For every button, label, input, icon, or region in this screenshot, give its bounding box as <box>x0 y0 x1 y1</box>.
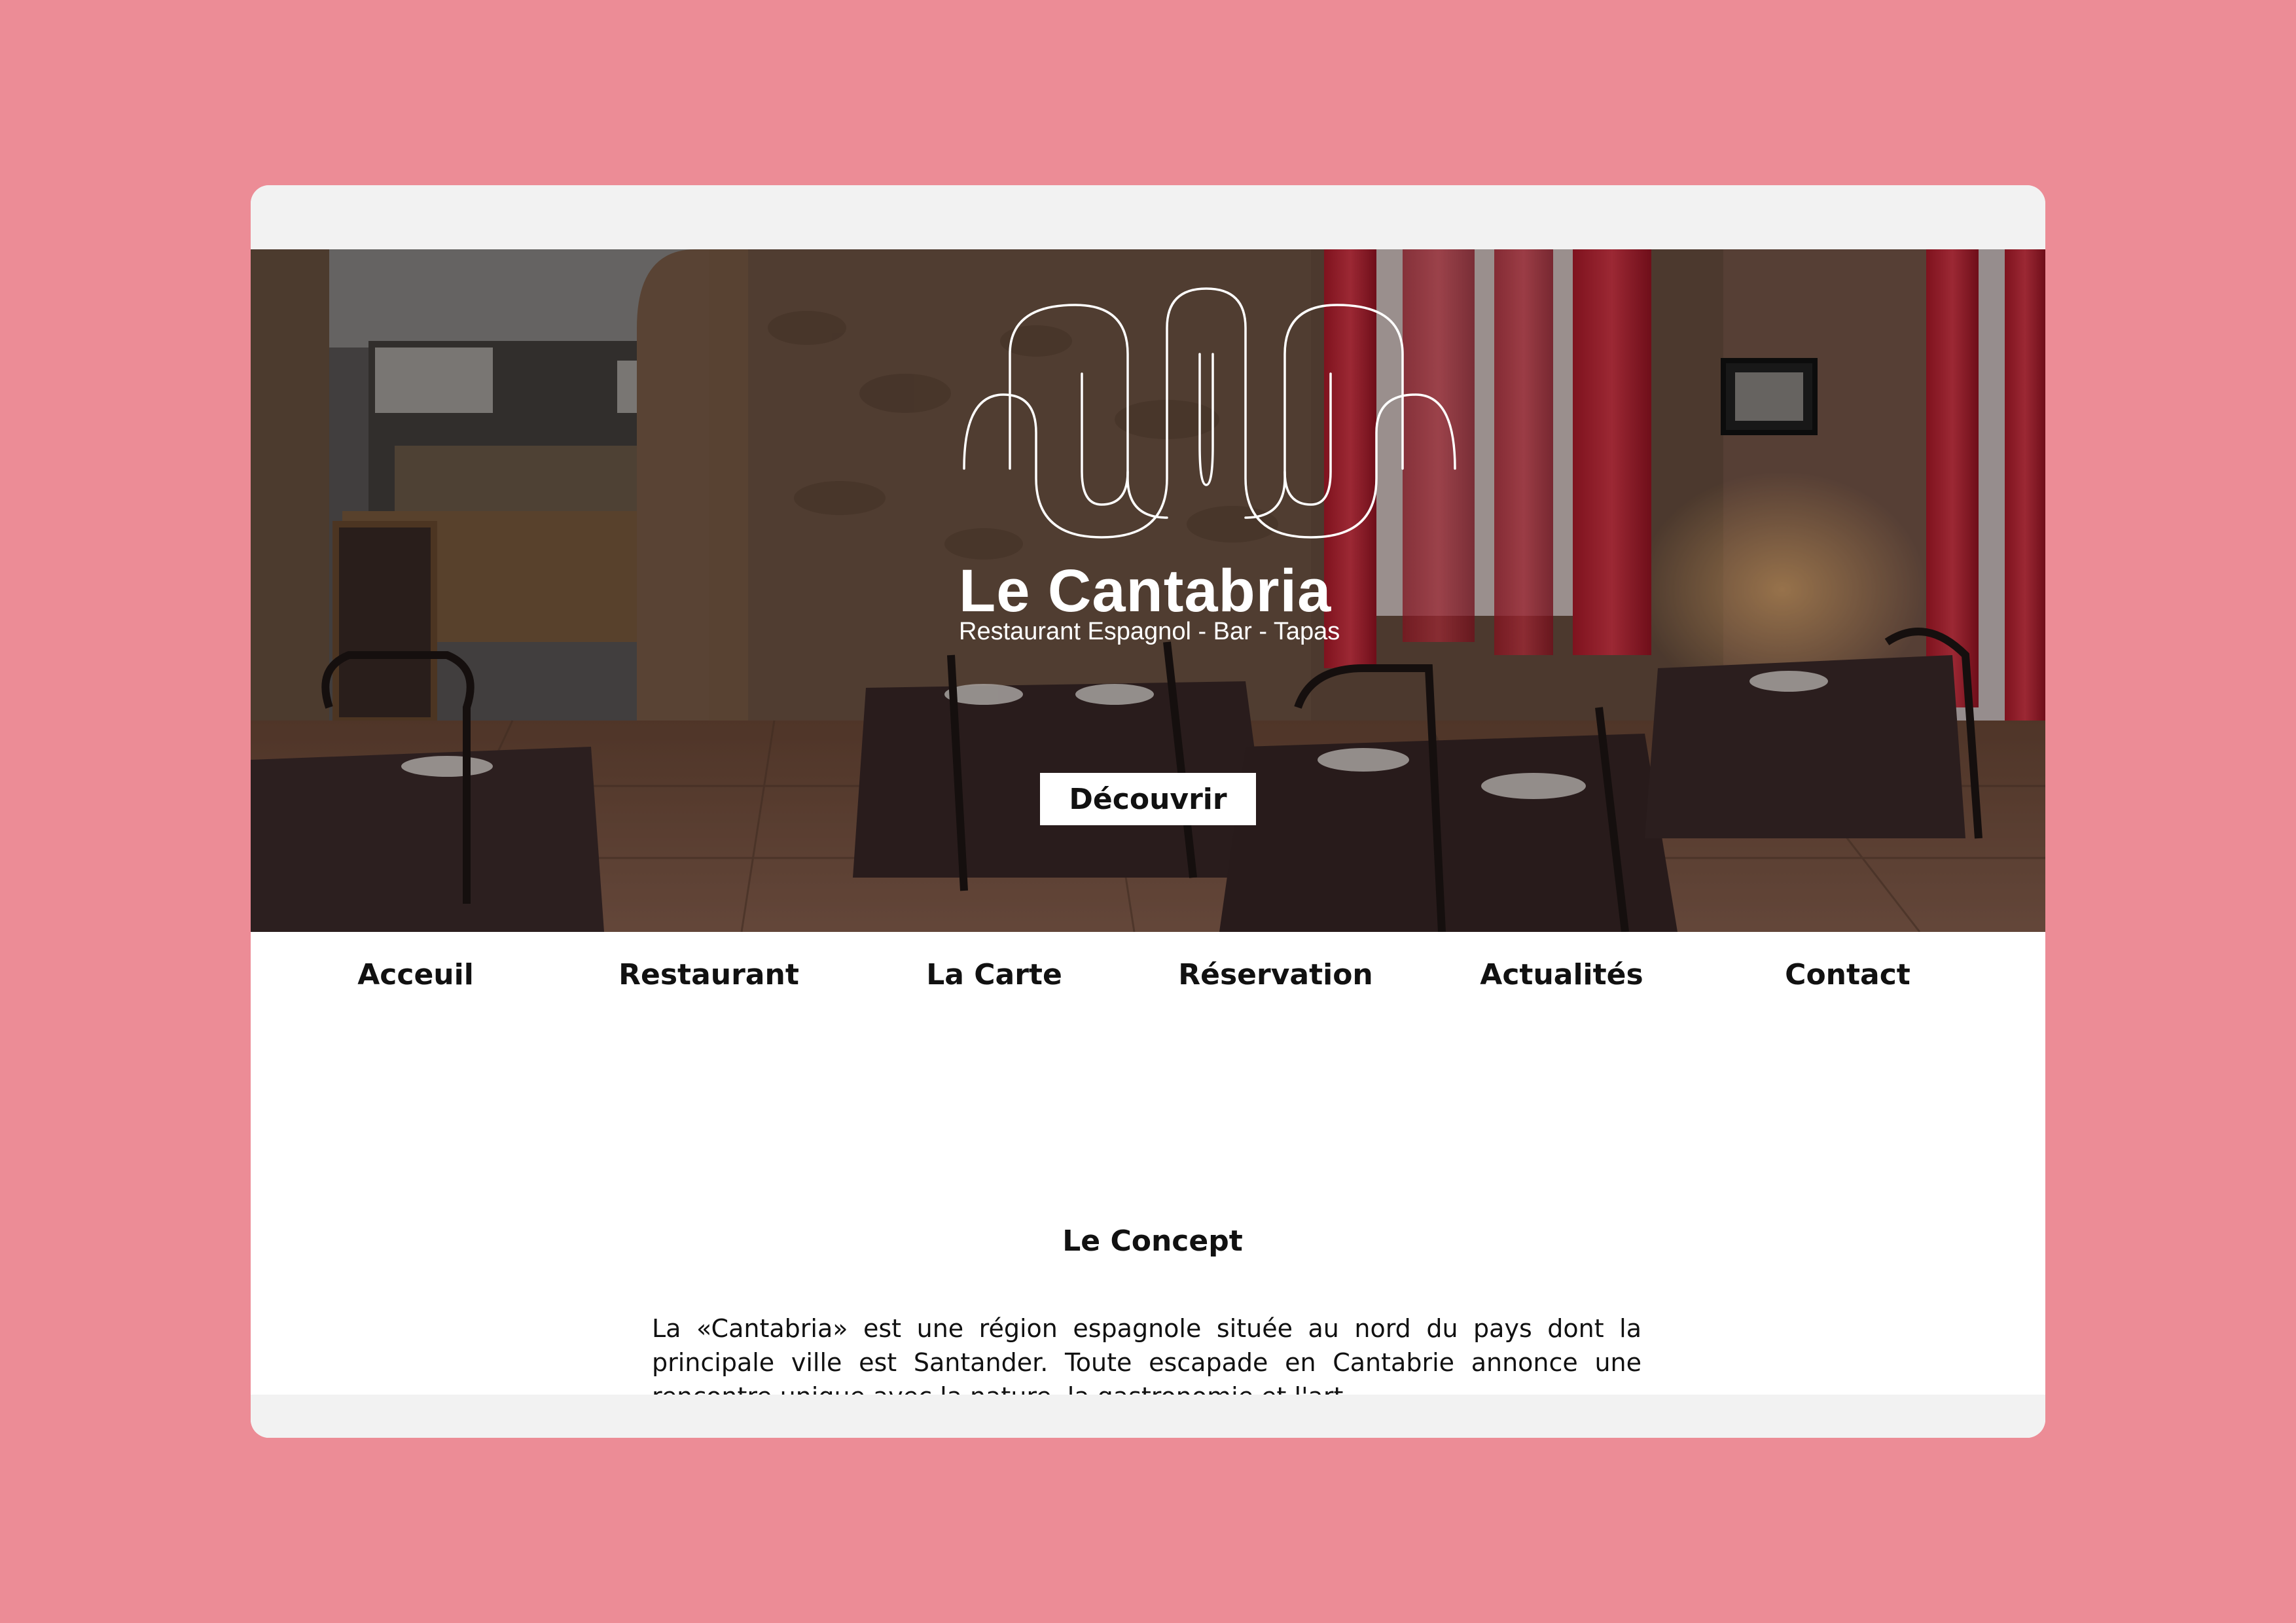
window-top-bar <box>251 185 2045 249</box>
nav-item-acceuil[interactable]: Acceuil <box>357 958 474 991</box>
main-navigation: Acceuil Restaurant La Carte Réservation … <box>251 932 2045 1030</box>
page-content: Acceuil Restaurant La Carte Réservation … <box>251 932 2045 1438</box>
nav-item-restaurant[interactable]: Restaurant <box>619 958 799 991</box>
nav-item-actualites[interactable]: Actualités <box>1480 958 1643 991</box>
section-title-concept: Le Concept <box>1062 1224 1243 1258</box>
nav-item-contact[interactable]: Contact <box>1785 958 1910 991</box>
window-bottom-bar <box>251 1395 2045 1438</box>
hero-banner: Le Cantabria Restaurant Espagnol - Bar -… <box>251 249 2045 932</box>
nav-item-la-carte[interactable]: La Carte <box>926 958 1062 991</box>
discover-button[interactable]: Découvrir <box>1040 773 1256 825</box>
brand-tagline: Restaurant Espagnol - Bar - Tapas <box>959 618 1340 645</box>
brand-name: Le Cantabria <box>959 558 1332 624</box>
nav-item-reservation[interactable]: Réservation <box>1178 958 1373 991</box>
browser-window: Le Cantabria Restaurant Espagnol - Bar -… <box>251 185 2045 1438</box>
